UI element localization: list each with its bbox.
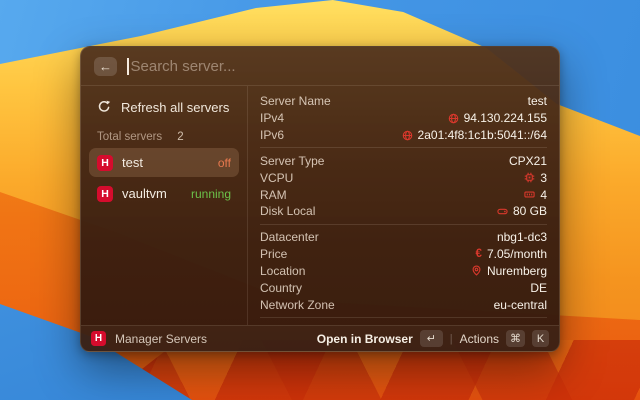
detail-label: Network Zone [260,298,335,312]
back-button[interactable]: ← [94,57,117,76]
detail-label: IPv6 [260,128,284,142]
detail-value: test [528,94,547,108]
detail-value: 94.130.224.155 [464,111,547,125]
detail-row-network-zone: Network Zone eu-central [260,296,547,313]
open-in-browser-action[interactable]: Open in Browser [317,332,413,346]
refresh-label: Refresh all servers [121,100,229,115]
hetzner-logo-icon: H [91,331,106,346]
detail-value: 80 GB [513,204,547,218]
detail-row-country: Country DE [260,279,547,296]
detail-label: Server Type [260,154,324,168]
detail-value: nbg1-dc3 [497,230,547,244]
memory-icon [524,189,535,200]
refresh-icon [97,100,111,114]
detail-row-ipv4: IPv4 94.130.224.155 [260,110,547,127]
server-row-vaultvm[interactable]: H vaultvm running [89,179,239,208]
detail-row-ram: RAM 4 [260,186,547,203]
detail-row-server-type: Server Type CPX21 [260,152,547,169]
detail-label: Disk Local [260,204,315,218]
detail-row-disk: Disk Local 80 GB [260,203,547,220]
footer-separator: | [450,333,453,345]
detail-group-divider [260,317,547,318]
action-bar: H Manager Servers Open in Browser ↵ | Ac… [81,325,559,351]
section-title: Total servers [97,131,162,143]
detail-group-divider [260,224,547,225]
search-bar: ← Search server... [81,47,559,85]
detail-value: 7.05/month [487,247,547,261]
detail-group-divider [260,147,547,148]
detail-label: VCPU [260,171,293,185]
hetzner-logo-icon: H [97,155,113,171]
hetzner-logo-icon: H [97,186,113,202]
server-name: test [122,155,143,170]
detail-row-datacenter: Datacenter nbg1-dc3 [260,229,547,246]
detail-value: 2a01:4f8:1c1b:5041::/64 [418,128,547,142]
detail-value: Nuremberg [487,264,547,278]
search-input[interactable]: Search server... [127,58,546,75]
text-caret [127,58,129,75]
extension-title: Manager Servers [115,332,207,346]
detail-value: eu-central [494,298,547,312]
refresh-all-servers-action[interactable]: Refresh all servers [89,92,239,122]
actions-menu-button[interactable]: Actions [460,332,499,346]
server-status-badge: off [218,156,231,170]
detail-label: Datacenter [260,230,319,244]
k-key-icon: K [532,330,549,347]
detail-label: Country [260,281,302,295]
server-row-test[interactable]: H test off [89,148,239,177]
detail-value: CPX21 [509,154,547,168]
detail-row-location: Location Nuremberg [260,262,547,279]
detail-label: Price [260,247,287,261]
detail-row-server-name: Server Name test [260,93,547,110]
detail-row-vcpu: VCPU 3 [260,169,547,186]
map-pin-icon [471,265,482,276]
detail-row-ipv6: IPv6 2a01:4f8:1c1b:5041::/64 [260,127,547,144]
server-name: vaultvm [122,186,167,201]
globe-icon [448,113,459,124]
return-key-icon: ↵ [420,330,443,347]
section-count: 2 [177,131,183,143]
list-section-header: Total servers 2 [97,131,231,143]
detail-value: DE [530,281,547,295]
detail-row-price: Price € 7.05/month [260,246,547,263]
hard-drive-icon [497,206,508,217]
detail-label: Server Name [260,94,331,108]
command-key-icon: ⌘ [506,330,525,347]
detail-value: 3 [540,171,547,185]
back-arrow-icon: ← [99,60,112,73]
euro-icon: € [476,248,482,260]
detail-label: IPv4 [260,111,284,125]
detail-label: Location [260,264,305,278]
server-detail-panel: Server Name test IPv4 94.130.224.155 IPv… [248,86,559,325]
detail-value: 4 [540,188,547,202]
server-status-badge: running [191,187,231,201]
detail-label: RAM [260,188,287,202]
footer-actions: Open in Browser ↵ | Actions ⌘ K [317,330,549,347]
cpu-icon [524,172,535,183]
window-body: Refresh all servers Total servers 2 H te… [81,86,559,325]
search-placeholder: Search server... [131,58,236,75]
launcher-window: ← Search server... Refresh all servers T… [80,46,560,352]
globe-icon [402,130,413,141]
server-list-panel: Refresh all servers Total servers 2 H te… [81,86,248,325]
